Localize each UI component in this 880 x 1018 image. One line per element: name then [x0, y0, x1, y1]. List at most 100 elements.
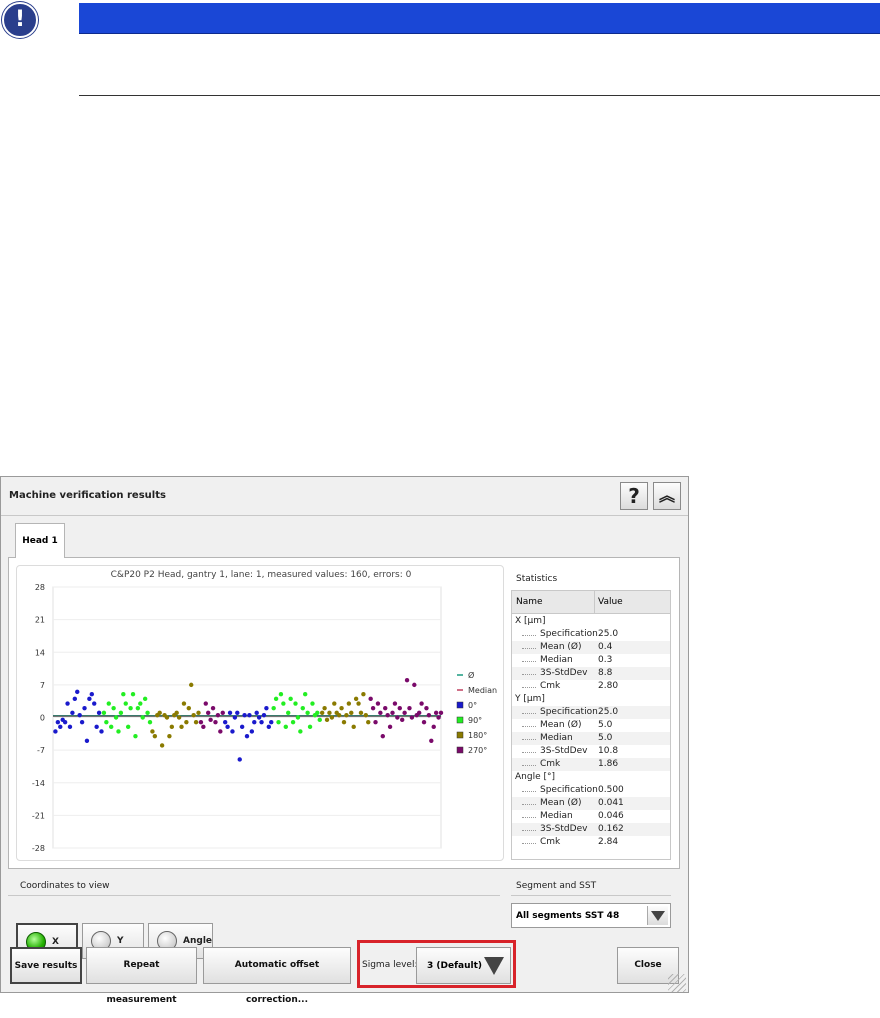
stats-value: 25.0 — [598, 707, 619, 717]
data-point — [252, 719, 257, 725]
stats-row: Mean (Ø) 0.041 — [512, 797, 670, 810]
data-point — [429, 738, 434, 744]
data-point — [259, 719, 264, 725]
data-point — [310, 701, 315, 706]
data-point — [295, 715, 301, 720]
help-button[interactable]: ? — [620, 482, 648, 510]
stats-row: 3S-StdDev 8.8 — [512, 667, 670, 680]
data-point — [79, 719, 85, 725]
data-point — [366, 719, 371, 725]
data-point — [157, 710, 162, 716]
y-tick-label: 7 — [40, 681, 45, 690]
data-point — [397, 705, 402, 711]
tab-head-1[interactable]: Head 1 — [15, 523, 65, 558]
stats-row: Cmk 1.86 — [512, 758, 670, 771]
stats-row: Median 0.046 — [512, 810, 670, 823]
data-point — [327, 710, 332, 716]
data-point — [186, 705, 191, 711]
data-point — [218, 729, 223, 734]
stats-value: 0.162 — [598, 824, 624, 834]
notice-divider — [79, 95, 880, 96]
dropdown-arrow-icon[interactable] — [647, 906, 668, 925]
data-point — [106, 701, 111, 706]
stats-name: Median — [540, 733, 573, 743]
data-point — [113, 715, 119, 720]
tree-line — [522, 804, 536, 805]
stats-group-text: Angle [°] — [515, 772, 555, 782]
data-point — [249, 729, 255, 734]
data-point — [256, 715, 262, 720]
stats-value: 5.0 — [598, 720, 613, 730]
window-title: Machine verification results — [9, 490, 166, 501]
collapse-button[interactable]: ︽ — [653, 482, 681, 510]
stats-row: 3S-StdDev 0.162 — [512, 823, 670, 836]
y-tick-label: 21 — [35, 616, 45, 625]
data-point — [419, 701, 424, 706]
data-point — [65, 701, 70, 706]
data-point — [210, 705, 216, 711]
data-point — [288, 696, 293, 702]
data-point — [184, 719, 189, 725]
data-point — [373, 719, 378, 725]
data-point — [281, 701, 286, 706]
data-point — [412, 682, 417, 688]
data-point — [179, 724, 184, 730]
data-point — [315, 710, 320, 716]
automatic-offset-correction-button[interactable]: Automatic offset correction... — [203, 947, 351, 1005]
stats-row: Specification 25.0 — [512, 628, 670, 641]
data-point — [99, 729, 104, 734]
data-point — [283, 724, 288, 730]
data-point — [303, 691, 308, 697]
coordinates-divider — [8, 895, 500, 896]
data-point — [109, 724, 114, 730]
data-point — [383, 705, 388, 711]
data-point — [128, 705, 133, 711]
data-point — [356, 701, 361, 706]
data-point — [58, 724, 63, 730]
stats-name: Cmk — [540, 681, 561, 691]
data-point — [392, 701, 398, 706]
resize-grip-icon[interactable] — [668, 974, 686, 992]
data-point — [426, 712, 432, 718]
scatter-chart: 28 21 14 7 0 -7 -14 -21 -28 Ø Median 0° 90° 180° 270° — [32, 583, 497, 853]
data-point — [206, 710, 211, 716]
data-point — [276, 719, 281, 725]
save-results-button[interactable]: Save results — [10, 947, 82, 984]
stats-name: Cmk — [540, 759, 561, 769]
data-point — [232, 715, 238, 720]
stats-row: Specification 0.500 — [512, 784, 670, 797]
stats-value: 0.041 — [598, 798, 624, 808]
data-point — [385, 712, 390, 718]
coordinates-label: Coordinates to view — [20, 881, 110, 891]
stats-value: 2.80 — [598, 681, 619, 691]
segment-select[interactable]: All segments SST 48 — [511, 903, 671, 928]
data-point — [242, 712, 247, 718]
stats-name: Cmk — [540, 837, 561, 847]
statistics-header: Name Value — [512, 591, 670, 614]
y-tick-label: 28 — [35, 583, 45, 592]
tree-line — [522, 648, 536, 649]
data-point — [72, 696, 78, 702]
tree-line — [522, 726, 536, 727]
data-point — [167, 733, 172, 739]
data-point — [353, 696, 359, 702]
data-point — [125, 724, 131, 730]
y-tick-label: -21 — [32, 811, 45, 820]
stats-value: 1.86 — [598, 759, 619, 769]
tree-line — [522, 817, 536, 818]
data-point — [101, 710, 107, 716]
data-point — [208, 717, 213, 723]
data-point — [438, 710, 444, 716]
data-point — [116, 729, 121, 734]
stats-value: 2.84 — [598, 837, 619, 847]
data-point — [87, 696, 92, 702]
data-point — [378, 710, 383, 716]
tree-line — [522, 843, 536, 844]
stats-name: Specification — [540, 785, 598, 795]
data-point — [130, 691, 136, 697]
repeat-measurement-button[interactable]: Repeat measurement — [86, 947, 197, 1005]
stats-name: 3S-StdDev — [540, 668, 588, 678]
data-point — [244, 733, 250, 739]
sigma-level-select[interactable]: 3 (Default) — [416, 947, 511, 984]
y-tick-label: -14 — [32, 779, 45, 788]
